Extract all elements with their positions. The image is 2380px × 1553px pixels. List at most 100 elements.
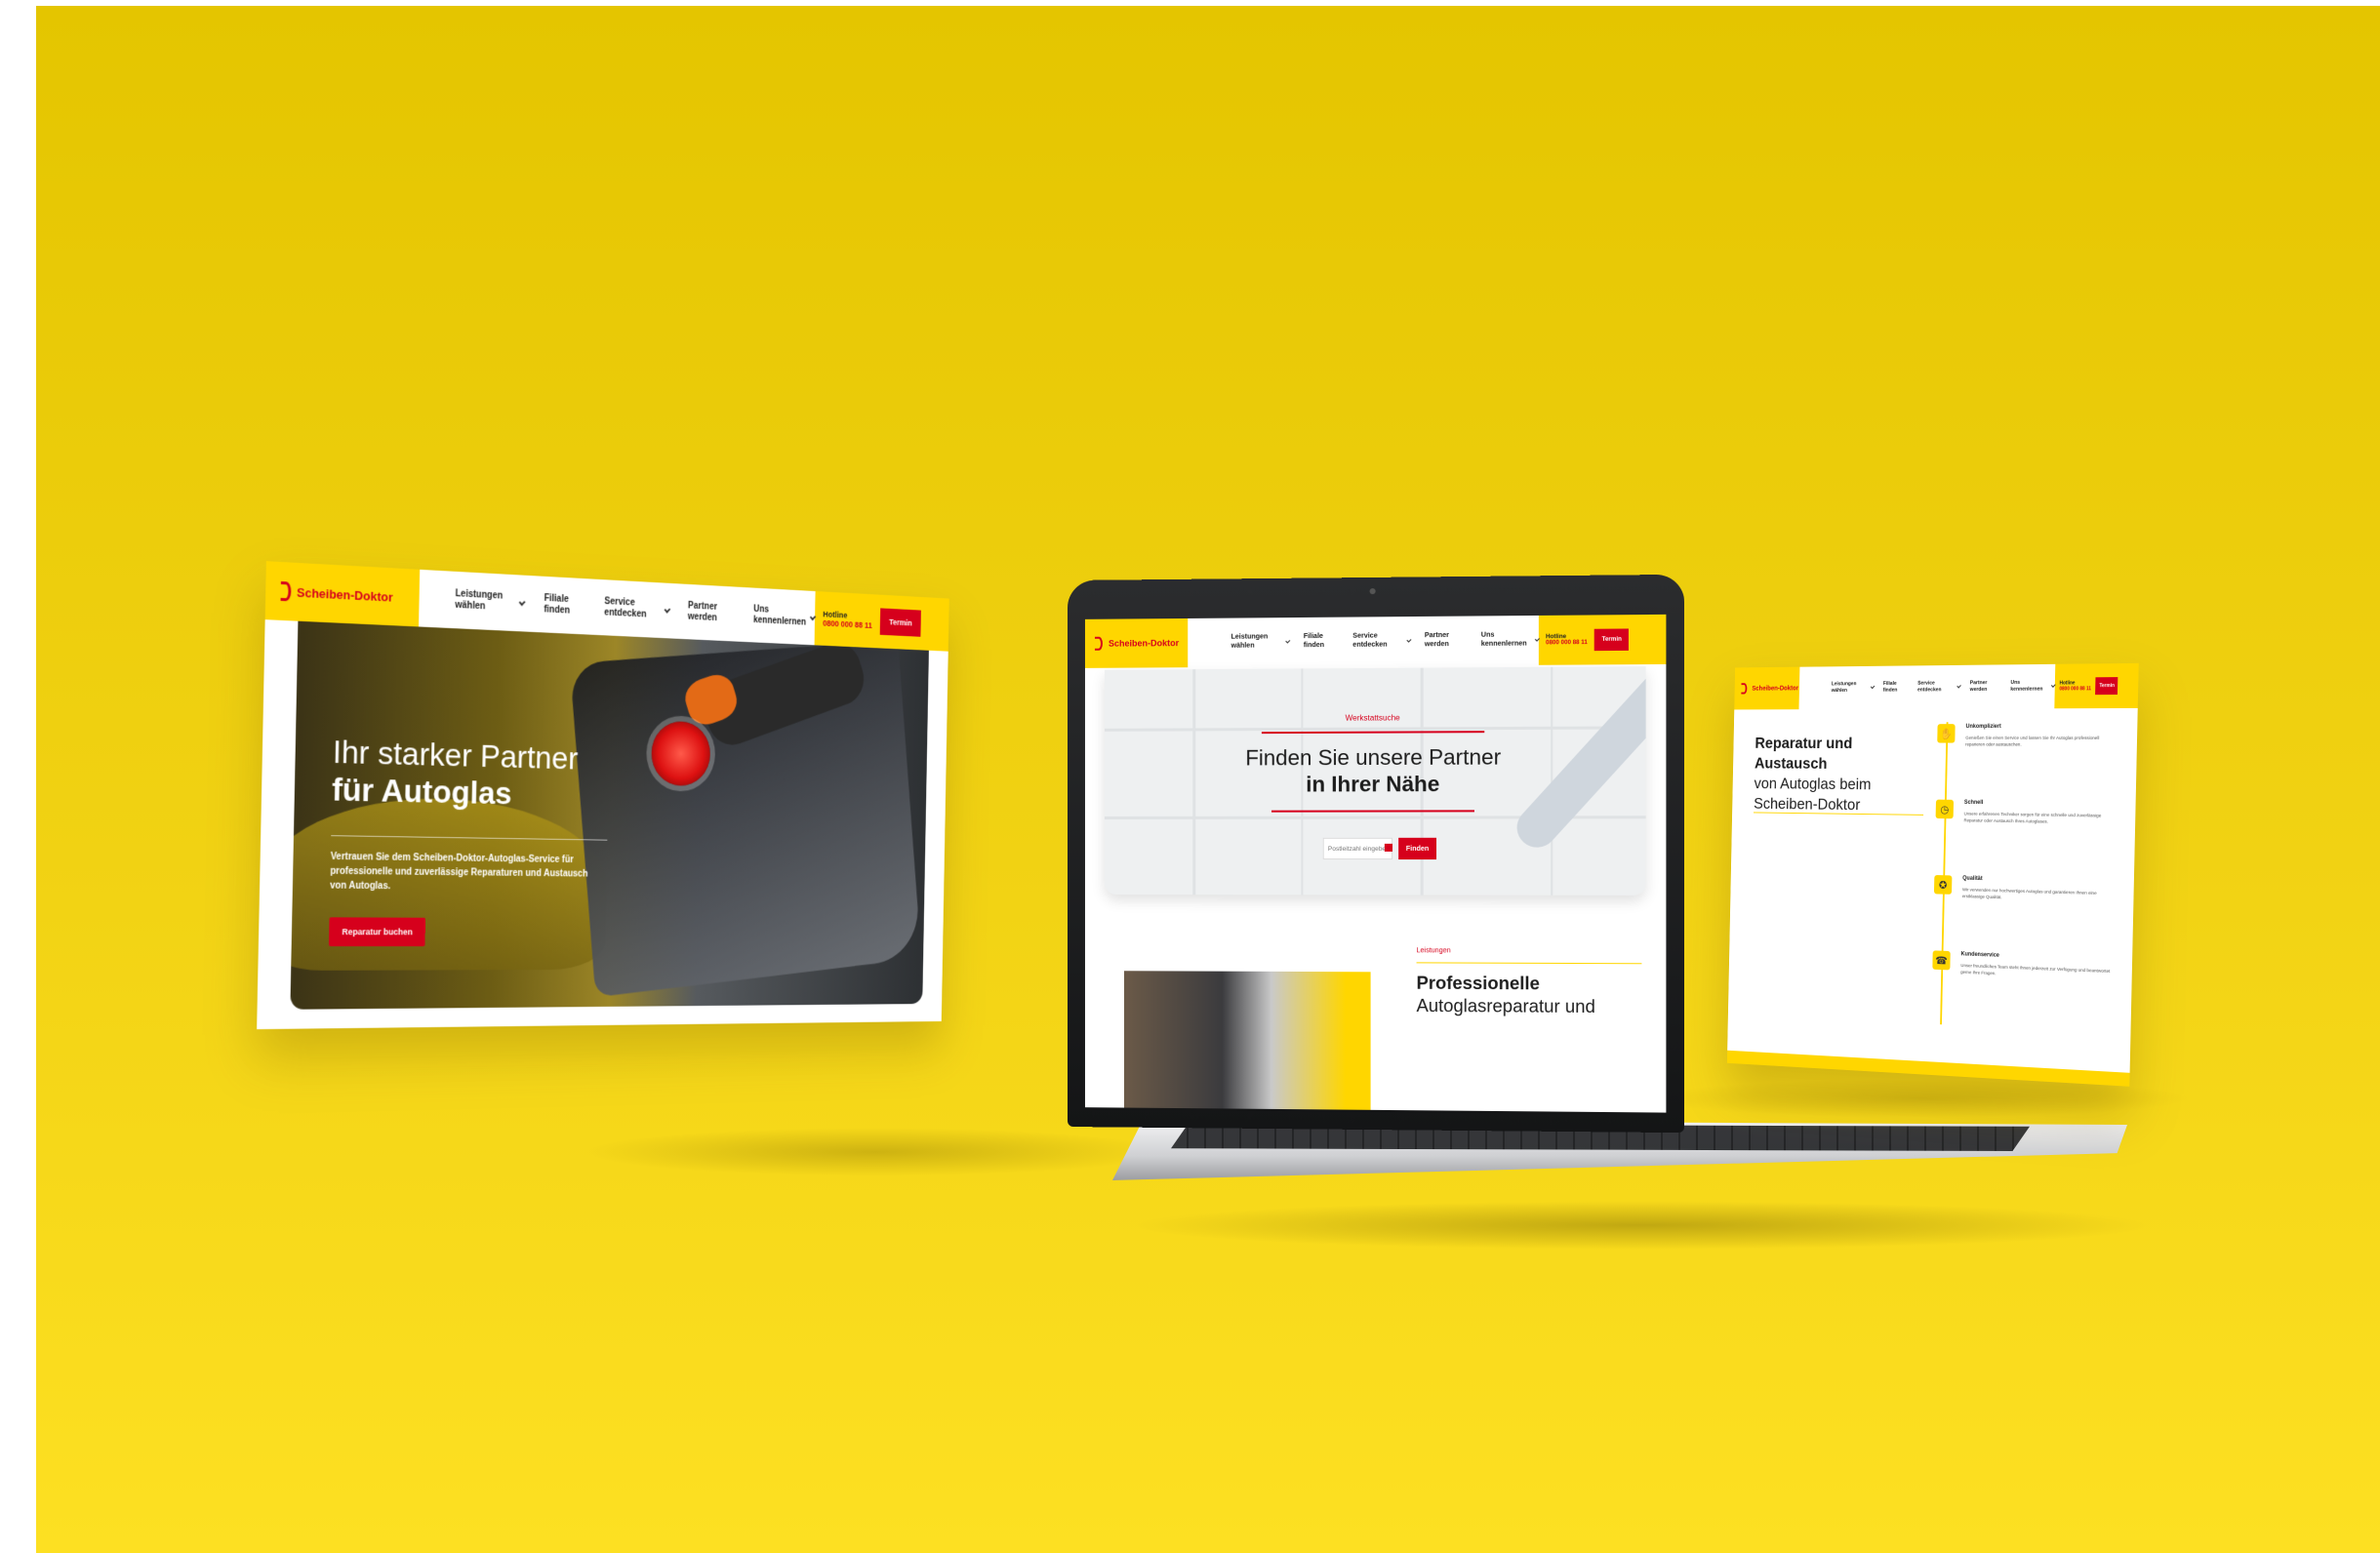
services-title-line2: Autoglasreparatur und — [1417, 996, 1595, 1016]
nav-uns[interactable]: Uns kennenlernen — [2010, 680, 2055, 694]
chevron-down-icon — [665, 606, 671, 613]
nav-partner[interactable]: Partner werden — [1970, 680, 2002, 694]
nav-service[interactable]: Service entdecken — [604, 596, 669, 622]
hero-title: Ihr starker Partner für Autoglas — [332, 734, 579, 814]
nav-leistungen[interactable]: Leistungen wählen — [1231, 633, 1290, 651]
hotline-number[interactable]: 0800 000 88 11 — [1546, 640, 1588, 646]
finder-kicker: Werkstattsuche — [1105, 712, 1646, 724]
postcode-input[interactable]: Postleitzahl eingeben — [1323, 838, 1392, 859]
nav-filiale[interactable]: Filiale finden — [1304, 633, 1339, 651]
about-title-line2: von Autoglas beim — [1754, 774, 1924, 796]
termin-button[interactable]: Termin — [1594, 628, 1629, 651]
camera-icon — [1370, 588, 1376, 594]
headset-icon: ☎ — [1932, 950, 1950, 970]
nav-label: Uns kennenlernen — [753, 604, 808, 629]
hero-title-line2: für Autoglas — [332, 772, 578, 815]
finden-button[interactable]: Finden — [1398, 838, 1436, 859]
reparatur-buchen-button[interactable]: Reparatur buchen — [329, 917, 425, 946]
hotline-number[interactable]: 0800 000 88 11 — [2059, 686, 2091, 692]
screen-home-hero: Scheiben-Doktor Leistungen wählen Filial… — [257, 561, 949, 1029]
finder-rule-bottom — [1271, 810, 1474, 812]
nav-label: Service entdecken — [1917, 681, 1955, 695]
clear-icon[interactable] — [1385, 844, 1392, 852]
main-nav: Leistungen wählen Filiale finden Service… — [1188, 616, 1539, 667]
nav-filiale[interactable]: Filiale finden — [544, 593, 585, 618]
logo-text: Scheiben-Doktor — [297, 584, 393, 604]
chevron-down-icon — [1871, 685, 1875, 690]
logo-text: Scheiben-Doktor — [1752, 685, 1798, 692]
nav-label: Partner werden — [1425, 632, 1468, 650]
nav-leistungen[interactable]: Leistungen wählen — [1832, 681, 1875, 694]
logo[interactable]: Scheiben-Doktor — [1085, 618, 1188, 668]
nav-label: Partner werden — [1970, 680, 2002, 694]
finder-title-line2: in Ihrer Nähe — [1105, 771, 1646, 798]
finder-title-line1: Finden Sie unsere Partner — [1245, 744, 1501, 770]
nav-label: Service entdecken — [1352, 633, 1403, 651]
laptop-lid: Scheiben-Doktor Leistungen wählen Filial… — [1068, 575, 1684, 1133]
chevron-down-icon — [519, 598, 526, 606]
hotline-number[interactable]: 0800 000 88 11 — [823, 618, 872, 630]
badge-icon: ✪ — [1934, 875, 1952, 895]
nav-label: Filiale finden — [1304, 633, 1339, 651]
feature-text: Wir verwenden nur hochwertiges Autoglas … — [1962, 887, 2118, 904]
floor-shadow-laptop — [1129, 1201, 2154, 1250]
feature-title: Schnell — [1964, 800, 1984, 806]
about-title-line1: Reparatur und Austausch — [1755, 734, 1925, 776]
hero-text: Vertrauen Sie dem Scheiben-Doktor-Autogl… — [330, 850, 589, 896]
nav-label: Leistungen wählen — [1832, 681, 1869, 694]
chevron-down-icon — [1285, 639, 1290, 644]
logo-d-icon — [281, 581, 292, 601]
feature-title: Kundenservice — [1961, 951, 1999, 958]
chevron-down-icon — [1406, 638, 1411, 643]
nav-label: Service entdecken — [604, 596, 662, 622]
services-title-line1: Professionelle — [1417, 973, 1595, 997]
nav-label: Filiale finden — [544, 593, 585, 618]
partner-map[interactable]: Werkstattsuche Finden Sie unsere Partner… — [1105, 666, 1646, 896]
services-image — [1124, 971, 1371, 1110]
logo[interactable]: Scheiben-Doktor — [265, 561, 421, 626]
feature-schnell: ◷ Schnell Unsere erfahrenen Techniker so… — [1936, 800, 2126, 802]
feature-kundenservice: ☎ Kundenservice Unser freundliches Team … — [1933, 950, 2123, 957]
nav-label: Uns kennenlernen — [1481, 632, 1531, 650]
nav-label: Partner werden — [688, 600, 736, 625]
nav-partner[interactable]: Partner werden — [688, 600, 736, 625]
logo[interactable]: Scheiben-Doktor — [1734, 667, 1799, 710]
clock-icon: ◷ — [1936, 800, 1954, 819]
logo-text: Scheiben-Doktor — [1109, 638, 1179, 649]
nav-partner[interactable]: Partner werden — [1425, 632, 1468, 650]
termin-button[interactable]: Termin — [2096, 677, 2118, 695]
feature-title: Qualität — [1962, 876, 1982, 882]
chevron-down-icon — [1957, 684, 1961, 689]
hero-banner: Ihr starker Partner für Autoglas Vertrau… — [290, 621, 929, 1010]
site-header: Scheiben-Doktor Leistungen wählen Filial… — [1734, 663, 2138, 710]
hotline[interactable]: Hotline 0800 000 88 11 Termin — [1539, 615, 1667, 665]
floor-shadow-left — [583, 1128, 1168, 1176]
services-rule — [1417, 962, 1642, 964]
nav-service[interactable]: Service entdecken — [1352, 633, 1410, 651]
feature-text: Unser freundliches Team steht Ihnen jede… — [1960, 963, 2116, 983]
nav-uns[interactable]: Uns kennenlernen — [753, 604, 815, 629]
nav-filiale[interactable]: Filiale finden — [1883, 681, 1910, 694]
site-header: Scheiben-Doktor Leistungen wählen Filial… — [1085, 615, 1666, 668]
logo-d-icon — [1741, 683, 1747, 694]
hero-title-line1: Ihr starker Partner — [333, 734, 579, 776]
services-kicker: Leistungen — [1417, 947, 1451, 954]
main-nav: Leistungen wählen Filiale finden Service… — [1799, 664, 2056, 709]
handshake-icon: ✋ — [1937, 724, 1955, 742]
nav-label: Leistungen wählen — [1231, 634, 1282, 652]
nav-uns[interactable]: Uns kennenlernen — [1481, 631, 1539, 649]
feature-timeline — [1940, 722, 1948, 1024]
nav-label: Leistungen wählen — [455, 588, 517, 615]
nav-leistungen[interactable]: Leistungen wählen — [455, 588, 525, 616]
termin-button[interactable]: Termin — [880, 608, 921, 636]
logo-d-icon — [1095, 637, 1103, 651]
nav-service[interactable]: Service entdecken — [1917, 681, 1961, 695]
hotline[interactable]: Hotline 0800 000 88 11 Termin — [815, 591, 949, 652]
screen-finder: Scheiben-Doktor Leistungen wählen Filial… — [1085, 615, 1666, 1113]
hotline[interactable]: Hotline 0800 000 88 11 Termin — [2054, 663, 2138, 708]
nav-label: Uns kennenlernen — [2010, 680, 2048, 694]
about-title: Reparatur und Austausch von Autoglas bei… — [1754, 734, 1925, 816]
feature-text: Unsere erfahrenen Techniker sorgen für e… — [1963, 812, 2118, 827]
nav-label: Filiale finden — [1883, 681, 1910, 694]
feature-text: Genießen Sie einen Service und lassen Si… — [1965, 736, 2120, 749]
